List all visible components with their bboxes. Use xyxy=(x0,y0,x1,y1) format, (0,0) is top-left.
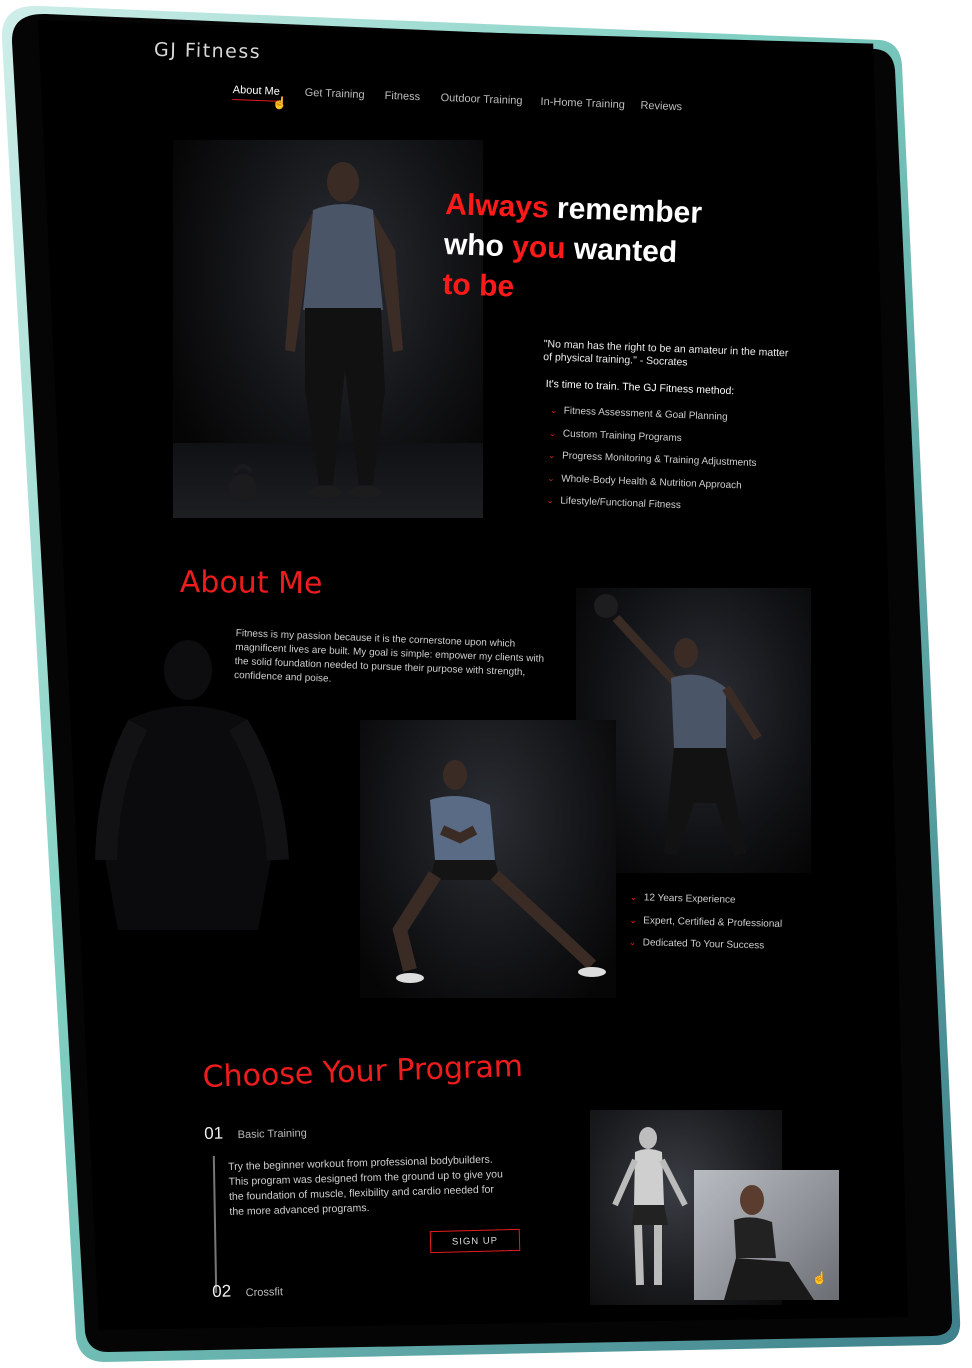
program-number: 01 xyxy=(204,1123,224,1143)
lunge-figure xyxy=(392,760,606,983)
program-item-crossfit[interactable]: 02 Crossfit xyxy=(212,1280,283,1302)
chevron-down-icon: ⌄ xyxy=(629,892,638,903)
chevron-down-icon: ⌄ xyxy=(628,936,637,948)
nav-outdoor-training[interactable]: Outdoor Training xyxy=(440,92,522,107)
chevron-down-icon: ⌄ xyxy=(548,427,557,438)
nav-reviews[interactable]: Reviews xyxy=(640,100,682,114)
method-list: ⌄ Fitness Assessment & Goal Planning ⌄ Cus… xyxy=(546,405,759,525)
chevron-down-icon: ⌄ xyxy=(547,472,555,483)
hero-photo xyxy=(173,140,483,518)
hand-cursor-icon: ☝ xyxy=(272,95,288,111)
program-divider xyxy=(212,1155,218,1294)
about-title: About Me xyxy=(179,565,323,602)
program-name: Basic Training xyxy=(237,1127,307,1142)
method-heading: It's time to train. The GJ Fitness metho… xyxy=(545,378,735,398)
woman-figure: ☝ xyxy=(724,1185,827,1300)
main-nav: About Me Get Training Fitness Outdoor Tr… xyxy=(232,84,693,132)
chevron-down-icon: ⌄ xyxy=(549,405,558,416)
trainer-figure xyxy=(229,162,403,502)
nav-fitness[interactable]: Fitness xyxy=(384,90,420,103)
lunge-photo xyxy=(360,720,616,998)
tablet-mockup: GJ Fitness About Me Get Training Fitness… xyxy=(0,0,972,1368)
sign-up-button[interactable]: SIGN UP xyxy=(429,1228,521,1254)
list-item: ⌄ Dedicated To Your Success xyxy=(628,936,765,952)
silhouette-figure xyxy=(95,640,289,930)
socrates-quote: "No man has the right to be an amateur i… xyxy=(543,338,789,369)
hero-headline: Always remember who you wanted to be xyxy=(441,187,703,304)
programs-title: Choose Your Program xyxy=(202,1048,524,1095)
program-number: 02 xyxy=(212,1281,232,1301)
program-item-basic-training[interactable]: 01 Basic Training xyxy=(204,1121,307,1144)
chevron-down-icon: ⌄ xyxy=(546,494,555,506)
highlights-list: ⌄ 12 Years Experience ⌄ Expert, Certified … xyxy=(628,892,783,963)
chevron-down-icon: ⌄ xyxy=(629,914,637,925)
hand-cursor-icon: ☝ xyxy=(812,1270,827,1285)
woman-squat-photo: ☝ xyxy=(694,1170,839,1300)
program-name: Crossfit xyxy=(245,1286,284,1300)
nav-in-home-training[interactable]: In-Home Training xyxy=(540,96,625,111)
nav-get-training[interactable]: Get Training xyxy=(304,87,364,101)
brand-logo[interactable]: GJ Fitness xyxy=(154,39,262,63)
chevron-down-icon: ⌄ xyxy=(547,449,556,461)
program-description: Try the beginner workout from profession… xyxy=(228,1153,504,1218)
website-screen: GJ Fitness About Me Get Training Fitness… xyxy=(38,20,908,1330)
